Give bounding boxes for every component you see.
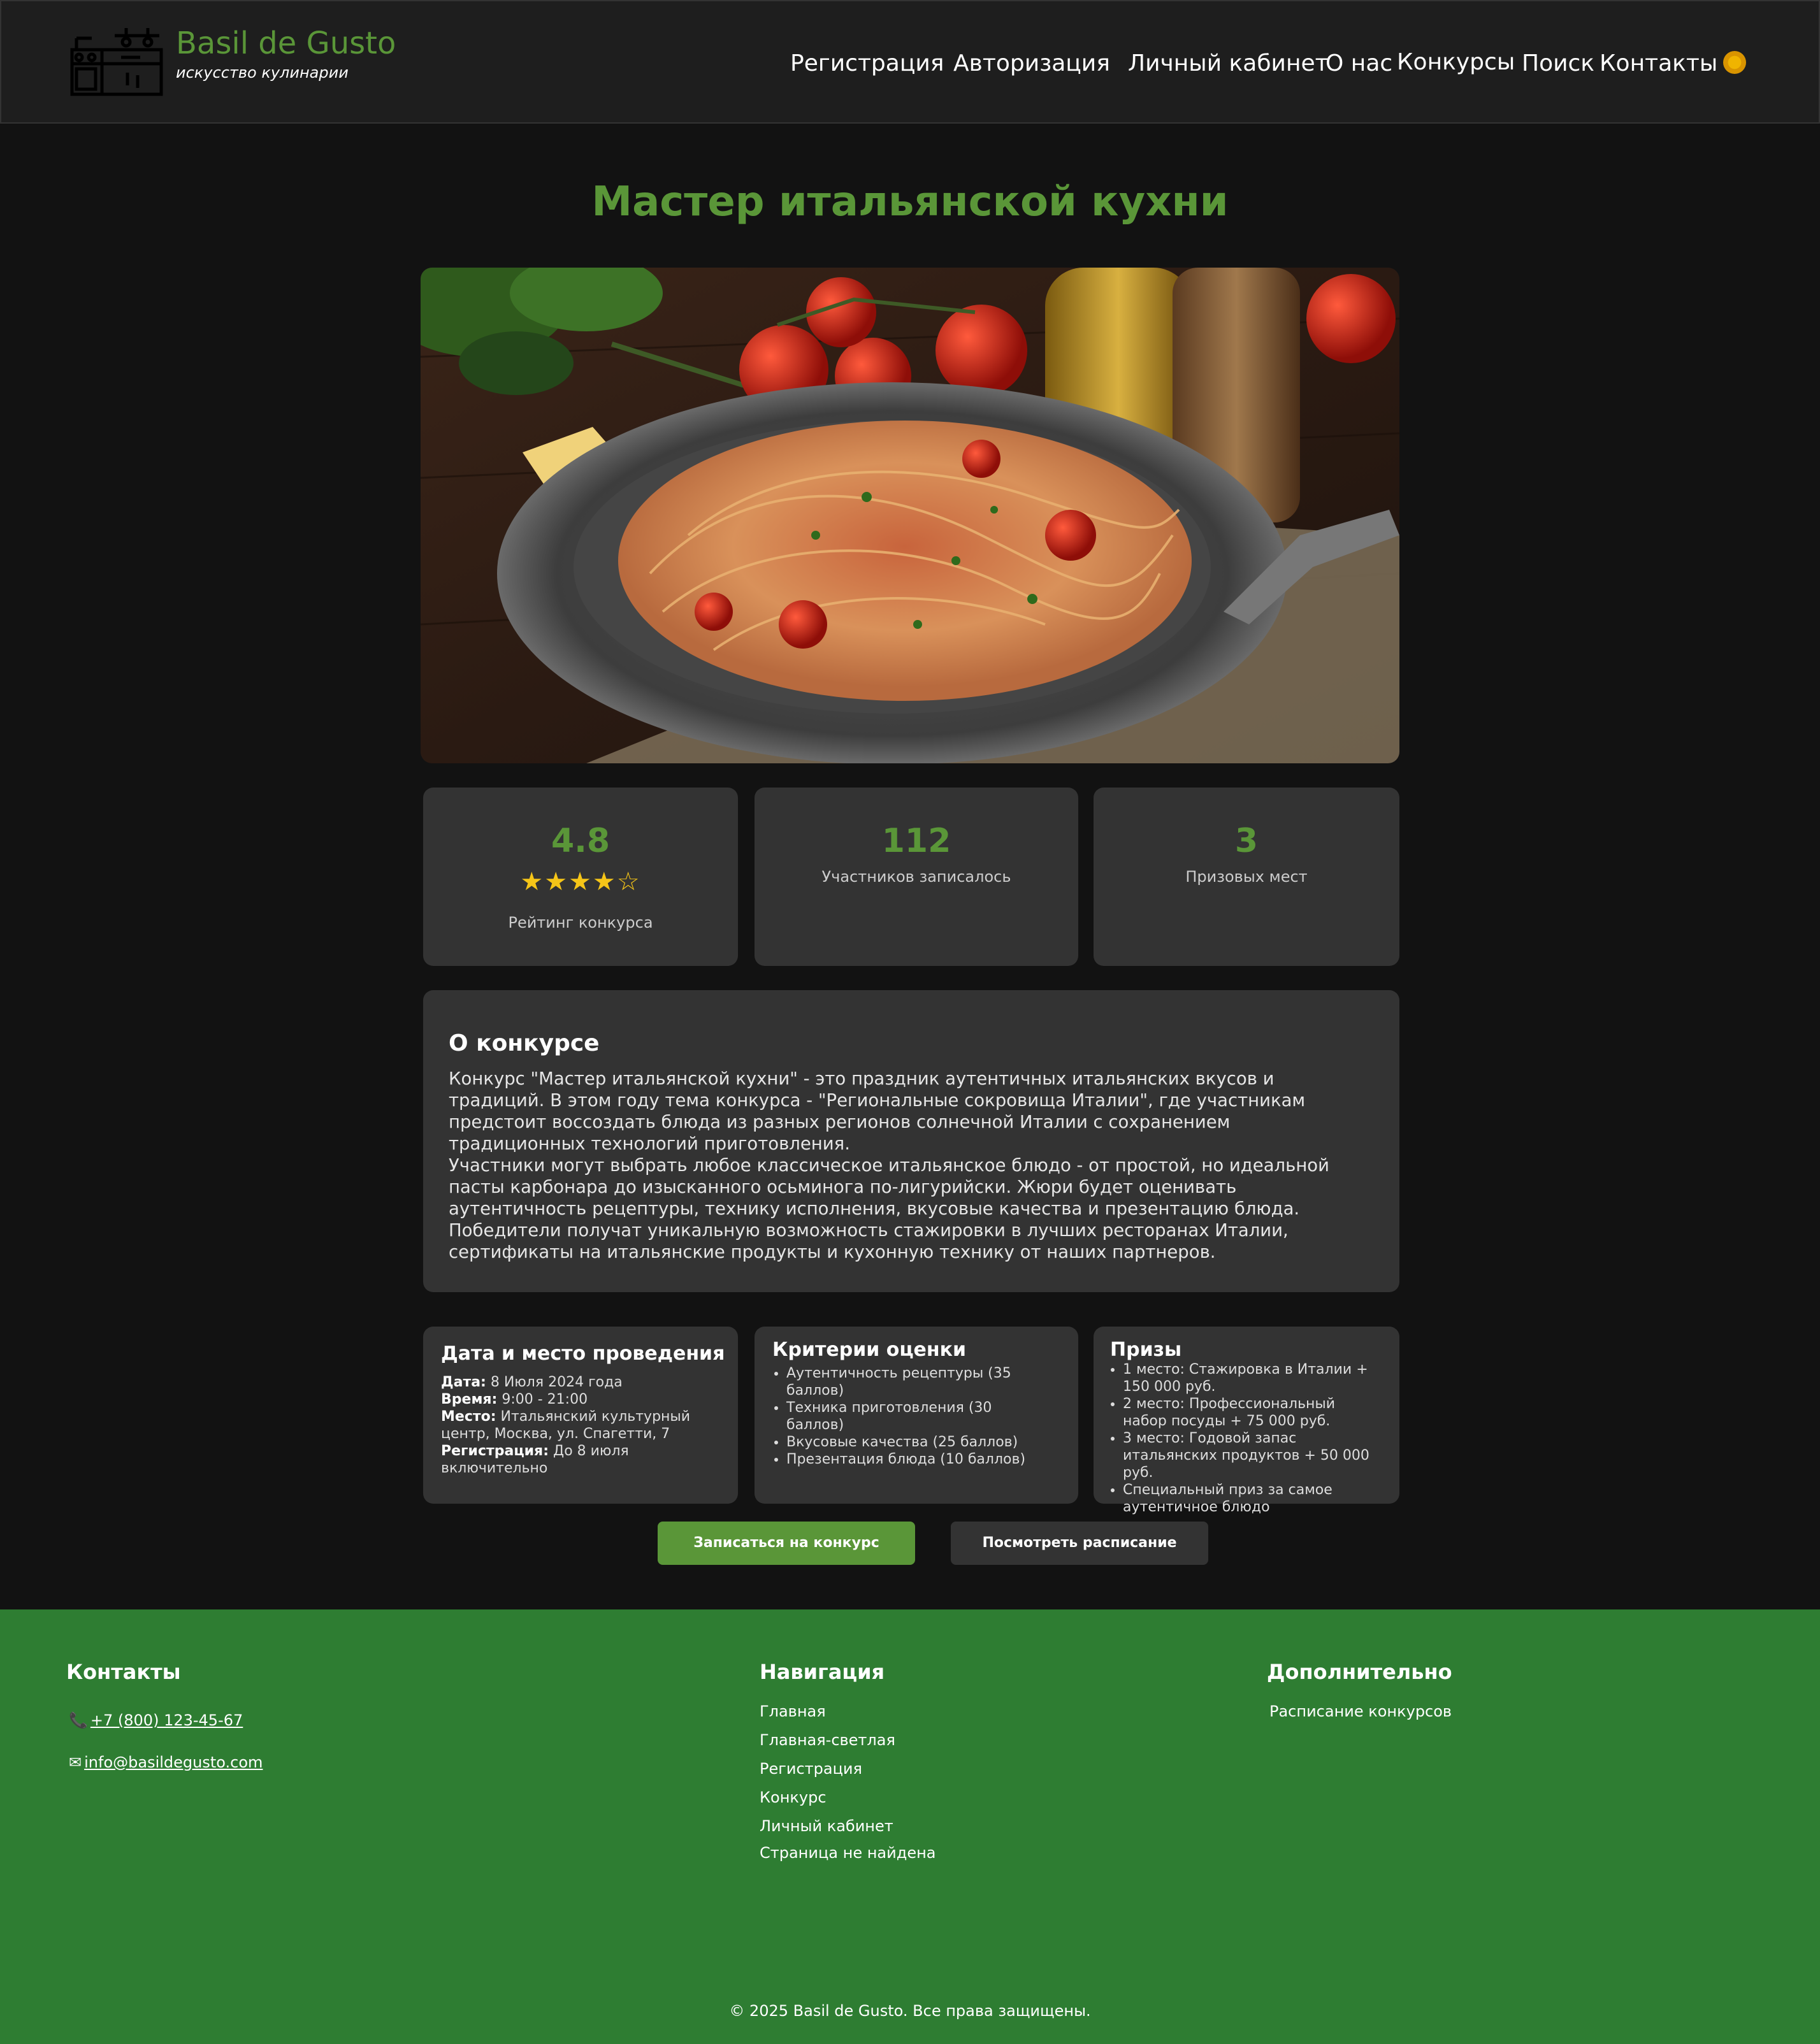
criteria-card: Критерии оценки Аутентичность рецептуры … — [755, 1327, 1078, 1504]
envelope-icon: ✉ — [69, 1753, 82, 1771]
about-paragraph: Победители получат уникальную возможност… — [449, 1220, 1289, 1262]
participants-value: 112 — [881, 822, 951, 860]
prize-item: 1 место: Стажировка в Италии + 150 000 р… — [1123, 1361, 1383, 1395]
rating-value: 4.8 — [551, 822, 610, 860]
stat-card-participants: 112 Участников записалось — [755, 788, 1078, 966]
date-place-details: Дата: 8 Июля 2024 года Время: 9:00 - 21:… — [441, 1374, 721, 1477]
nav-search[interactable]: Поиск — [1522, 52, 1594, 75]
kitchen-stove-logo-icon[interactable] — [70, 24, 163, 97]
phone-icon: 📞 — [69, 1711, 88, 1729]
footer-extra-title: Дополнительно — [1267, 1660, 1452, 1684]
rating-stars: ★★★★☆ — [520, 867, 641, 896]
phone-number: +7 (800) 123-45-67 — [90, 1711, 243, 1729]
nav-login[interactable]: Авторизация — [953, 52, 1110, 75]
time-value: 9:00 - 21:00 — [502, 1392, 588, 1407]
footer-phone-link[interactable]: 📞 +7 (800) 123-45-67 — [69, 1713, 243, 1728]
date-place-title: Дата и место проведения — [441, 1342, 725, 1365]
nav-contacts[interactable]: Контакты — [1600, 52, 1717, 75]
view-schedule-button[interactable]: Посмотреть расписание — [951, 1522, 1208, 1565]
prize-item: Специальный приз за самое аутентичное бл… — [1123, 1481, 1383, 1516]
prizes-list: 1 место: Стажировка в Италии + 150 000 р… — [1109, 1361, 1383, 1516]
nav-about[interactable]: О нас — [1325, 52, 1392, 75]
criteria-item: Презентация блюда (10 баллов) — [786, 1451, 1040, 1468]
footer-link-profile[interactable]: Личный кабинет — [760, 1818, 893, 1834]
footer-link-registration[interactable]: Регистрация — [760, 1761, 862, 1776]
criteria-list: Аутентичность рецептуры (35 баллов) Техн… — [772, 1365, 1040, 1468]
footer-link-home[interactable]: Главная — [760, 1704, 826, 1719]
prizes-card: Призы 1 место: Стажировка в Италии + 150… — [1094, 1327, 1399, 1515]
footer-link-home-light[interactable]: Главная-светлая — [760, 1732, 895, 1748]
time-label: Время: — [441, 1392, 498, 1407]
place-label: Место: — [441, 1409, 496, 1425]
nav-contests[interactable]: Конкурсы — [1397, 51, 1515, 74]
date-place-card: Дата и место проведения Дата: 8 Июля 202… — [423, 1327, 738, 1504]
site-footer: Контакты 📞 +7 (800) 123-45-67 ✉ info@basil… — [0, 1609, 1820, 2044]
participants-label: Участников записалось — [821, 868, 1011, 886]
page-title: Мастер итальянской кухни — [591, 178, 1229, 226]
criteria-item: Аутентичность рецептуры (35 баллов) — [786, 1365, 1040, 1399]
prize-places-value: 3 — [1234, 822, 1259, 860]
about-text: Конкурс "Мастер итальянской кухни" - это… — [449, 1068, 1354, 1263]
rating-label: Рейтинг конкурса — [508, 914, 653, 932]
footer-nav-title: Навигация — [760, 1660, 885, 1684]
date-label: Дата: — [441, 1374, 486, 1390]
criteria-item: Техника приготовления (30 баллов) — [786, 1399, 1040, 1434]
footer-link-schedule[interactable]: Расписание конкурсов — [1269, 1704, 1452, 1719]
prizes-title: Призы — [1110, 1339, 1182, 1361]
prize-item: 3 место: Годовой запас итальянских проду… — [1123, 1430, 1383, 1481]
email-address: info@basildegusto.com — [84, 1753, 263, 1771]
copyright: © 2025 Basil de Gusto. Все права защищен… — [729, 2002, 1091, 2020]
nav-registration[interactable]: Регистрация — [790, 52, 944, 75]
footer-link-not-found[interactable]: Страница не найдена — [760, 1845, 935, 1860]
register-contest-button[interactable]: Записаться на конкурс — [658, 1522, 915, 1565]
prize-item: 2 место: Профессиональный набор посуды +… — [1123, 1395, 1383, 1430]
brand-tagline: искусство кулинарии — [176, 64, 349, 82]
criteria-item: Вкусовые качества (25 баллов) — [786, 1434, 1040, 1451]
about-title: О конкурсе — [449, 1030, 600, 1056]
prize-places-label: Призовых мест — [1185, 868, 1308, 886]
date-value: 8 Июля 2024 года — [490, 1374, 623, 1390]
footer-link-contest[interactable]: Конкурс — [760, 1790, 827, 1805]
registration-label: Регистрация: — [441, 1443, 549, 1459]
nav-profile[interactable]: Личный кабинет — [1128, 52, 1329, 75]
stat-card-rating: 4.8 ★★★★☆ Рейтинг конкурса — [423, 788, 738, 966]
site-header: Basil de Gusto искусство кулинарии Регис… — [0, 0, 1820, 124]
footer-email-link[interactable]: ✉ info@basildegusto.com — [69, 1755, 263, 1770]
spaghetti-photo — [421, 268, 1399, 763]
brand-name[interactable]: Basil de Gusto — [176, 28, 396, 59]
about-section: О конкурсе Конкурс "Мастер итальянской к… — [423, 990, 1399, 1292]
criteria-title: Критерии оценки — [772, 1339, 967, 1361]
about-paragraph: Конкурс "Мастер итальянской кухни" - это… — [449, 1069, 1306, 1154]
stat-card-prizes: 3 Призовых мест — [1094, 788, 1399, 966]
about-paragraph: Участники могут выбрать любое классическ… — [449, 1155, 1330, 1219]
footer-contacts-title: Контакты — [66, 1660, 181, 1684]
hero-image — [421, 268, 1399, 763]
sun-icon[interactable] — [1723, 51, 1746, 74]
